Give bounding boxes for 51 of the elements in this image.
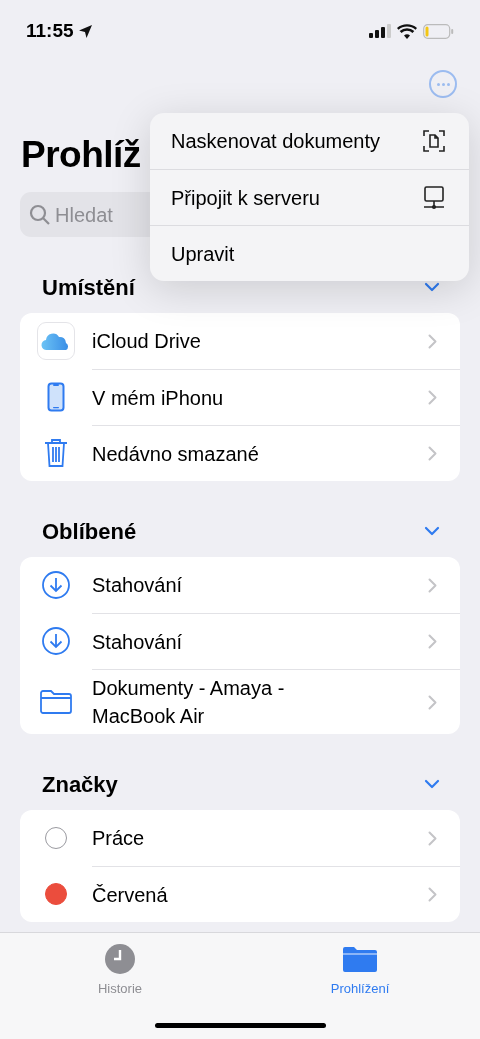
menu-item-label: Upravit: [171, 241, 235, 267]
search-icon: [29, 203, 51, 226]
menu-item-label: Naskenovat dokumenty: [171, 129, 380, 154]
menu-item[interactable]: Připojit k serveru: [150, 169, 469, 225]
download-icon: [41, 626, 71, 656]
section-header: Umístění: [42, 273, 135, 302]
chevron-right-icon: [428, 577, 437, 593]
cloud-icon: [37, 322, 75, 360]
signal-icon: [369, 24, 391, 38]
folder-icon: [343, 946, 377, 972]
scan-document-icon: [423, 130, 445, 152]
chevron-right-icon: [428, 694, 437, 710]
menu-item[interactable]: Naskenovat dokumenty: [150, 113, 469, 169]
row-label: V mém iPhonu: [92, 385, 225, 411]
row-label: Dokumenty - Amaya - MacBook Air: [92, 676, 286, 729]
computer-icon: [423, 185, 445, 210]
chevron-right-icon: [428, 887, 437, 902]
section-header: Značky: [42, 770, 118, 799]
row-label: Stahování: [92, 629, 184, 655]
chevron-right-icon: [428, 830, 437, 846]
list-row[interactable]: Červená: [20, 866, 460, 922]
list-row[interactable]: Nedávno smazané: [20, 425, 460, 481]
section-header: Oblíbené: [42, 517, 137, 546]
list-row[interactable]: Stahování: [20, 557, 460, 613]
chevron-right-icon: [428, 446, 437, 461]
row-label: Stahování: [92, 573, 184, 598]
wifi-icon: [397, 23, 417, 39]
list-row[interactable]: Dokumenty - Amaya - MacBook Air: [20, 669, 460, 734]
location-arrow-icon: [77, 23, 93, 39]
battery-icon: [423, 23, 454, 39]
chevron-right-icon: [428, 634, 437, 649]
status-time: 11:55: [26, 18, 74, 43]
row-label: Nedávno smazané: [92, 441, 260, 467]
row-label: Červená: [92, 882, 169, 908]
menu-item-label: Připojit k serveru: [171, 185, 320, 211]
row-label: Práce: [92, 826, 146, 851]
tab[interactable]: Prohlížení: [240, 943, 480, 999]
chevron-right-icon: [428, 390, 437, 405]
folder-icon: [39, 688, 73, 715]
page-title: Prohlíž: [21, 133, 141, 177]
clock-icon: [105, 944, 135, 974]
chevron-right-icon: [428, 333, 437, 349]
list-row[interactable]: Stahování: [20, 613, 460, 669]
list-row[interactable]: Práce: [20, 810, 460, 866]
trash-icon: [43, 438, 69, 468]
list-row[interactable]: iCloud Drive: [20, 313, 460, 369]
list-row[interactable]: V mém iPhonu: [20, 369, 460, 425]
download-icon: [41, 570, 71, 600]
menu-item[interactable]: Upravit: [150, 225, 469, 281]
row-label: iCloud Drive: [92, 329, 202, 354]
phone-icon: [47, 382, 65, 412]
